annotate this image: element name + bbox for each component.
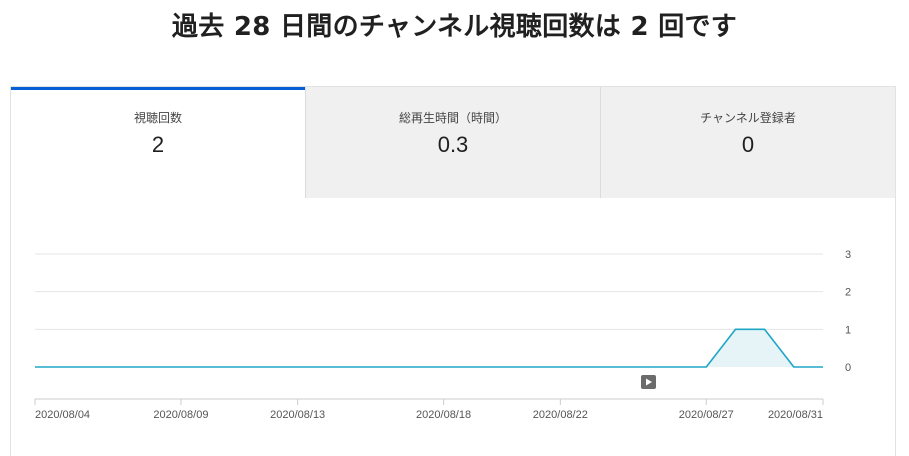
series-area xyxy=(35,329,823,367)
y-tick-label: 0 xyxy=(845,362,851,374)
x-tick-label: 2020/08/27 xyxy=(679,409,734,421)
x-tick-label: 2020/08/31 xyxy=(768,409,823,421)
y-tick-label: 3 xyxy=(845,249,851,261)
y-tick-label: 2 xyxy=(845,287,851,299)
video-play-icon[interactable] xyxy=(641,375,656,389)
x-tick-label: 2020/08/13 xyxy=(270,409,325,421)
x-tick-label: 2020/08/18 xyxy=(416,409,471,421)
x-tick-label: 2020/08/22 xyxy=(533,409,588,421)
y-tick-label: 1 xyxy=(845,324,851,336)
x-tick-label: 2020/08/04 xyxy=(35,409,90,421)
series-line xyxy=(35,329,823,367)
x-tick-label: 2020/08/09 xyxy=(153,409,208,421)
views-chart: 0 1 2 3 2020/08/04 2020/08/09 2020/08/13 2020/0… xyxy=(0,0,909,448)
